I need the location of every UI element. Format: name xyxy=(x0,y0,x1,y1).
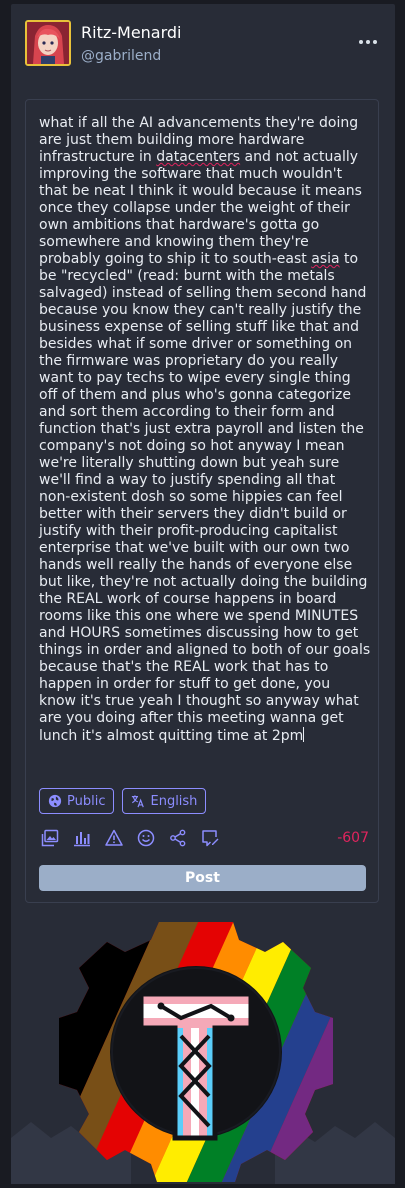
warning-icon xyxy=(105,829,123,846)
poll-icon xyxy=(74,832,90,847)
avatar[interactable] xyxy=(25,20,71,66)
drafts-button[interactable] xyxy=(199,827,221,849)
mascot-illustration xyxy=(11,916,395,1184)
post-button[interactable]: Post xyxy=(39,865,366,891)
compose-toolbar: -607 xyxy=(39,827,369,851)
text-segment: to be "recycled" (read: burnt with the m… xyxy=(39,251,375,744)
text-segment: and not actually improving the software … xyxy=(39,149,367,267)
avatar-image xyxy=(27,22,69,64)
globe-icon xyxy=(48,794,62,808)
share-icon xyxy=(170,829,186,847)
content-warning-button[interactable] xyxy=(103,827,125,849)
compose-textarea[interactable]: what if all the AI advancements they're … xyxy=(39,115,371,745)
text-caret xyxy=(303,727,305,742)
language-label: English xyxy=(150,793,198,809)
misspelled-word: asia xyxy=(311,251,340,267)
add-media-button[interactable] xyxy=(39,827,61,849)
emoji-icon xyxy=(137,829,155,847)
character-counter: -607 xyxy=(337,830,369,846)
more-options-button[interactable] xyxy=(355,30,381,54)
misspelled-word: datacenters xyxy=(156,149,241,165)
add-poll-button[interactable] xyxy=(71,827,93,849)
image-icon xyxy=(41,829,59,847)
display-name[interactable]: Ritz-Menardi xyxy=(81,23,182,42)
share-button[interactable] xyxy=(167,827,189,849)
visibility-label: Public xyxy=(67,793,106,809)
account-header: Ritz-Menardi @gabrilend xyxy=(25,20,381,72)
username[interactable]: @gabrilend xyxy=(81,48,161,64)
emoji-button[interactable] xyxy=(135,827,157,849)
translate-icon xyxy=(132,795,145,808)
post-options: Public English xyxy=(39,788,207,814)
visibility-button[interactable]: Public xyxy=(39,788,115,814)
compose-form: what if all the AI advancements they're … xyxy=(25,99,379,903)
draft-icon xyxy=(202,830,219,847)
language-button[interactable]: English xyxy=(122,788,207,814)
ellipsis-icon xyxy=(359,40,363,44)
pride-gear-logo xyxy=(11,922,395,1184)
compose-panel: Ritz-Menardi @gabrilend what if all the … xyxy=(11,4,395,1184)
